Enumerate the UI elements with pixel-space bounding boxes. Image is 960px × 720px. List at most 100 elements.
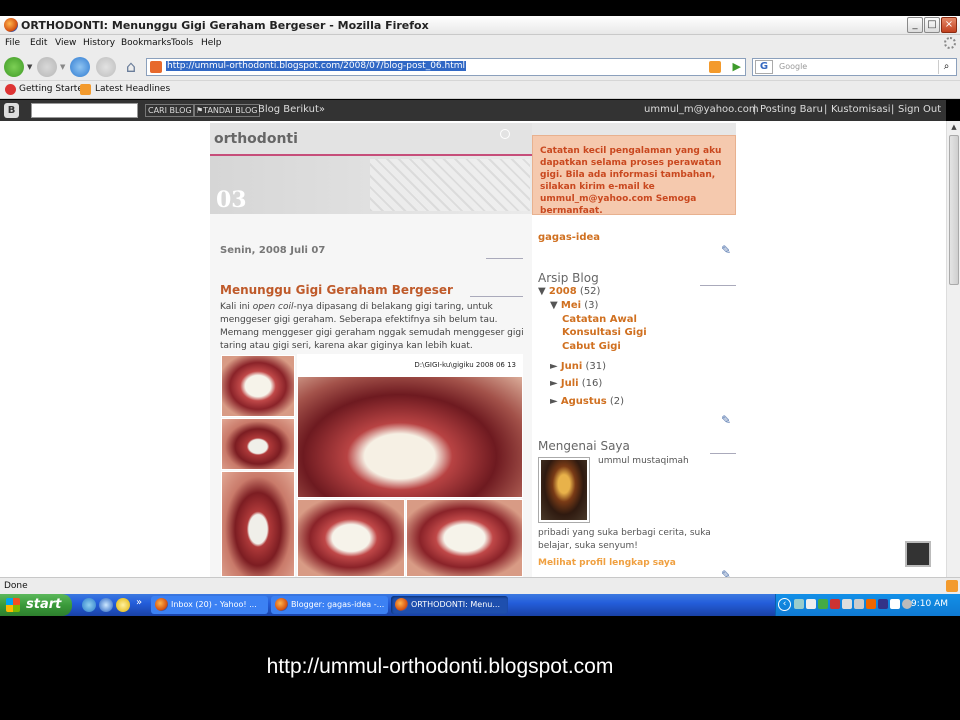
next-blog-link[interactable]: Blog Berikut» <box>258 104 325 115</box>
back-icon[interactable] <box>4 57 24 77</box>
edit-gadget-icon[interactable]: ✎ <box>721 243 735 257</box>
bookmark-getting-started[interactable]: Getting Started <box>19 84 89 94</box>
braces-photo-main[interactable]: D:\GIGI-ku\gigiku 2008 06 13 <box>297 354 523 498</box>
date-underline <box>486 258 523 259</box>
forward-icon[interactable] <box>37 57 57 77</box>
show-desktop-icon[interactable] <box>82 598 96 612</box>
close-button[interactable]: × <box>941 17 957 33</box>
address-bar[interactable]: http://ummul-orthodonti.blogspot.com/200… <box>146 58 746 76</box>
search-placeholder[interactable]: Google <box>779 62 807 71</box>
search-icon[interactable]: ⌕ <box>938 60 954 74</box>
collapse-toggle-icon[interactable]: ► <box>550 361 558 372</box>
tray-app-icon[interactable] <box>878 599 888 609</box>
menu-tools[interactable]: Tools <box>171 38 193 48</box>
slide-caption: http://ummul-orthodonti.blogspot.com <box>266 655 614 678</box>
internet-explorer-icon[interactable] <box>99 598 113 612</box>
tray-app-icon[interactable] <box>866 599 876 609</box>
more-quicklaunch-icon[interactable]: » <box>136 597 142 608</box>
taskbar-clock[interactable]: 9:10 AM <box>911 599 948 609</box>
expand-toggle-icon[interactable]: ▼ <box>538 286 546 297</box>
archive-post-link[interactable]: Konsultasi Gigi <box>562 327 647 338</box>
task-label: Inbox (20) - Yahoo! ... <box>171 600 257 609</box>
separator: | <box>891 104 895 115</box>
braces-photo-4[interactable] <box>297 499 405 577</box>
search-blog-button[interactable]: CARI BLOG <box>145 104 195 117</box>
header-right-band <box>532 123 736 135</box>
status-text: Done <box>4 581 28 591</box>
back-history-dropdown-icon[interactable]: ▼ <box>27 63 32 71</box>
taskbar-item-yahoo[interactable]: Inbox (20) - Yahoo! ... <box>151 596 268 614</box>
photo-image <box>298 377 522 497</box>
archive-month-link[interactable]: Juni <box>561 361 582 372</box>
braces-photo-5[interactable] <box>406 499 523 577</box>
search-engine-icon[interactable]: G <box>755 60 773 74</box>
network-icon[interactable] <box>794 599 804 609</box>
menu-view[interactable]: View <box>55 38 76 48</box>
archive-month-row[interactable]: ► Agustus (2) <box>550 396 624 407</box>
status-icon[interactable] <box>946 580 958 592</box>
archive-month-row[interactable]: ▼ Mei (3) <box>550 300 598 311</box>
search-bar[interactable]: G Google ⌕ <box>752 58 957 76</box>
menu-help[interactable]: Help <box>201 38 222 48</box>
bookmark-latest-headlines[interactable]: Latest Headlines <box>95 84 170 94</box>
post-title[interactable]: Menunggu Gigi Geraham Bergeser <box>220 283 453 297</box>
tray-app-icon[interactable] <box>842 599 852 609</box>
rss-feed-icon[interactable] <box>709 61 721 73</box>
menu-edit[interactable]: Edit <box>30 38 47 48</box>
taskbar-item-blogger[interactable]: Blogger: gagas-idea -... <box>271 596 388 614</box>
blog-search-input[interactable] <box>31 103 138 118</box>
new-post-link[interactable]: Posting Baru <box>760 104 823 115</box>
braces-photo-3[interactable] <box>221 471 295 577</box>
collapse-toggle-icon[interactable]: ► <box>550 396 558 407</box>
menu-bookmarks[interactable]: Bookmarks <box>121 38 171 48</box>
archive-post-link[interactable]: Cabut Gigi <box>562 341 621 352</box>
braces-photo-1[interactable] <box>221 355 295 417</box>
archive-month-count: (3) <box>584 300 599 311</box>
blog-title[interactable]: orthodonti <box>214 131 298 147</box>
archive-year-row[interactable]: ▼ 2008 (52) <box>538 286 600 297</box>
tray-expand-icon[interactable]: ‹ <box>778 598 791 611</box>
security-icon[interactable] <box>818 599 828 609</box>
sign-out-link[interactable]: Sign Out <box>898 104 941 115</box>
avatar[interactable] <box>538 457 590 523</box>
address-url[interactable]: http://ummul-orthodonti.blogspot.com/200… <box>166 61 467 71</box>
scroll-up-icon[interactable]: ▲ <box>949 123 959 133</box>
scrollbar-thumb[interactable] <box>949 135 959 285</box>
archive-year-link[interactable]: 2008 <box>549 286 577 297</box>
home-icon[interactable]: ⌂ <box>121 57 141 77</box>
gadget-link[interactable]: gagas-idea <box>538 232 600 243</box>
archive-month-link[interactable]: Juli <box>561 378 579 389</box>
edit-gadget-icon[interactable]: ✎ <box>721 568 735 577</box>
edit-gadget-icon[interactable]: ✎ <box>721 413 735 427</box>
menu-history[interactable]: History <box>83 38 115 48</box>
page-content[interactable]: orthodonti 03 Catatan kecil pengalaman y… <box>0 121 946 577</box>
flag-blog-button[interactable]: ⚑TANDAI BLOG <box>193 104 261 117</box>
maximize-button[interactable]: □ <box>924 17 940 33</box>
minimize-button[interactable]: _ <box>907 17 923 33</box>
start-button[interactable]: start <box>0 594 72 616</box>
taskbar-item-orthodonti[interactable]: ORTHODONTI: Menu... <box>391 596 508 614</box>
window-title-bar[interactable]: ORTHODONTI: Menunggu Gigi Geraham Berges… <box>0 16 960 35</box>
stop-icon[interactable] <box>96 57 116 77</box>
expand-toggle-icon[interactable]: ▼ <box>550 300 558 311</box>
braces-photo-2[interactable] <box>221 418 295 470</box>
archive-post-link[interactable]: Catatan Awal <box>562 314 637 325</box>
profile-link[interactable]: Melihat profil lengkap saya <box>538 558 676 568</box>
forward-history-dropdown-icon[interactable]: ▼ <box>60 63 65 71</box>
blogger-logo-icon[interactable]: B <box>4 103 19 118</box>
go-arrow-icon[interactable]: ▶ <box>733 60 741 73</box>
archive-month-row[interactable]: ► Juli (16) <box>550 378 602 389</box>
archive-month-link[interactable]: Agustus <box>561 396 607 407</box>
tray-app-icon[interactable] <box>854 599 864 609</box>
messenger-icon[interactable] <box>116 598 130 612</box>
menu-file[interactable]: File <box>5 38 20 48</box>
volume-icon[interactable] <box>806 599 816 609</box>
archive-month-row[interactable]: ► Juni (31) <box>550 361 606 372</box>
vertical-scrollbar[interactable]: ▲ <box>946 121 960 577</box>
customize-link[interactable]: Kustomisasi <box>831 104 891 115</box>
reload-icon[interactable] <box>70 57 90 77</box>
collapse-toggle-icon[interactable]: ► <box>550 378 558 389</box>
archive-month-link[interactable]: Mei <box>561 300 581 311</box>
tray-app-icon[interactable] <box>890 599 900 609</box>
antivirus-icon[interactable] <box>830 599 840 609</box>
